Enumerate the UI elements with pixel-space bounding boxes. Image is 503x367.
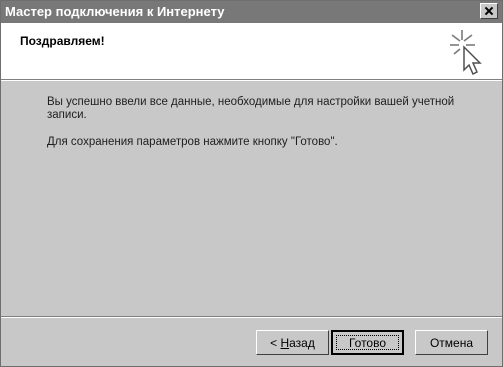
header-divider — [1, 80, 502, 81]
back-button-label: азад — [289, 335, 315, 350]
wizard-header: Поздравляем! — [1, 23, 502, 80]
close-button[interactable] — [480, 3, 498, 19]
wizard-sparkle-cursor-icon — [450, 30, 482, 76]
content-area: Вы успешно ввели все данные, необходимые… — [47, 96, 457, 163]
page-title: Поздравляем! — [20, 34, 105, 48]
focus-rectangle — [336, 335, 399, 350]
back-button-accelerator: Н — [280, 335, 290, 350]
footer-divider-highlight — [1, 317, 502, 318]
finish-button[interactable]: Готово — [331, 330, 404, 355]
instruction-message: Для сохранения параметров нажмите кнопку… — [47, 136, 338, 148]
back-button[interactable]: < Назад — [256, 330, 329, 355]
cancel-button-label: Отмена — [429, 335, 474, 350]
wizard-window: Мастер подключения к Интернету Поздравля… — [0, 0, 503, 367]
window-title: Мастер подключения к Интернету — [5, 4, 225, 19]
cancel-button[interactable]: Отмена — [415, 330, 488, 355]
back-button-prefix: < — [270, 335, 281, 350]
success-message: Вы успешно ввели все данные, необходимые… — [47, 96, 455, 121]
title-bar[interactable]: Мастер подключения к Интернету — [1, 1, 502, 23]
